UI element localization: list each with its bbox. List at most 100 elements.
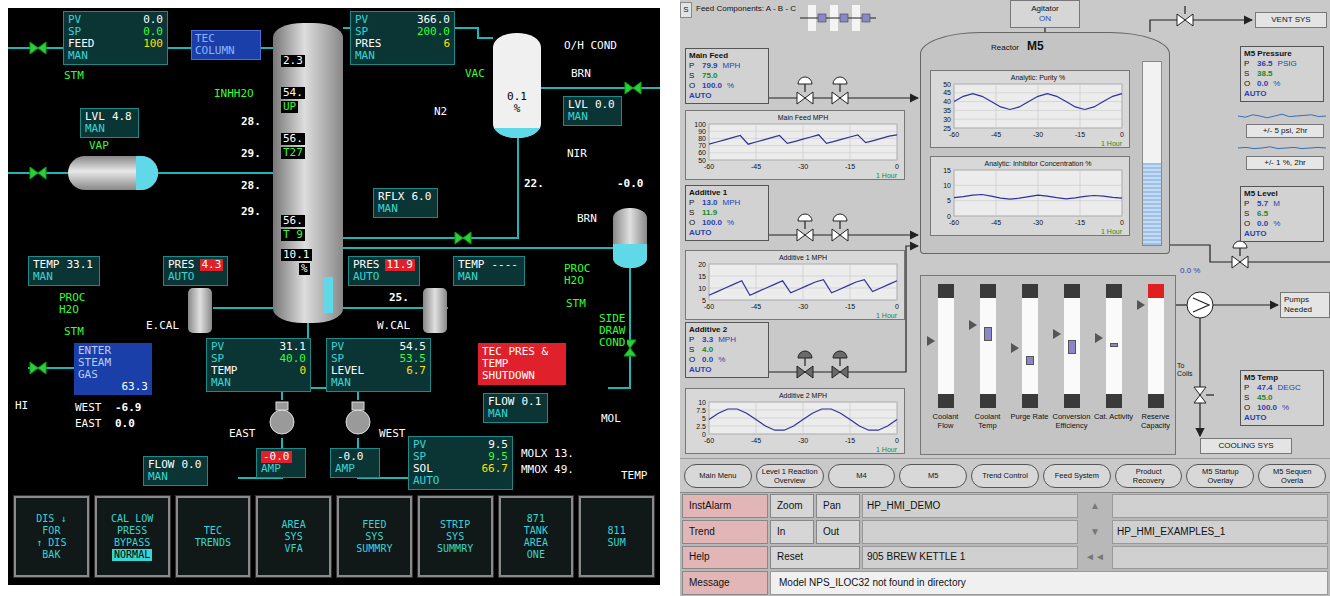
corner-button[interactable]: S xyxy=(680,2,692,18)
feed-valve-icon[interactable] xyxy=(30,42,46,54)
tag-readout[interactable]: RFLX6.0MAN xyxy=(373,188,438,218)
svg-text:-60: -60 xyxy=(949,219,959,226)
vent-system-link[interactable]: VENT SYS xyxy=(1255,12,1327,28)
command-field[interactable]: HP_HMI_DEMO xyxy=(862,494,1078,518)
reactor-faceplate[interactable]: M5 TempP47.4DEGCS45.0O100.0%AUTO xyxy=(1240,370,1324,426)
reflux-valve-icon[interactable] xyxy=(455,232,471,244)
feed-valve-icon[interactable] xyxy=(797,77,813,104)
nav-button[interactable]: Level 1 Reaction Overview xyxy=(756,464,824,488)
scroll-arrow-icon[interactable]: ◄◄ xyxy=(1080,546,1110,570)
svg-text:5: 5 xyxy=(702,415,706,422)
screen-button[interactable]: STRIPSYSSUMMRY xyxy=(418,496,493,577)
nav-button[interactable]: Product Recovery xyxy=(1115,464,1183,488)
feed-faceplate[interactable]: Additive 1P13.0MPHS11.9O100.0%AUTO xyxy=(685,185,769,241)
feed-valve-icon[interactable] xyxy=(832,351,848,378)
command-button[interactable]: Pan xyxy=(816,494,860,518)
nav-button[interactable]: Feed System xyxy=(1043,464,1111,488)
svg-text:1 Hour: 1 Hour xyxy=(1101,140,1123,147)
cooling-system-link[interactable]: COOLING SYS xyxy=(1200,438,1292,454)
coils-valve-icon[interactable] xyxy=(1194,387,1214,403)
agitator-status[interactable]: AgitatorON xyxy=(1010,0,1080,28)
command-button[interactable]: Zoom xyxy=(770,494,814,518)
command-field[interactable]: 905 BREW KETTLE 1 xyxy=(862,546,1078,570)
tag-readout[interactable]: FLOW0.0MAN xyxy=(143,456,208,486)
nav-button[interactable]: M5 Startup Overlay xyxy=(1186,464,1254,488)
tag-readout[interactable]: -0.0AMP xyxy=(256,448,306,478)
west-pump-icon[interactable] xyxy=(346,410,370,434)
vent-valve-icon[interactable] xyxy=(625,82,641,94)
controller-faceplate[interactable]: PV31.1SP40.0TEMP0MAN xyxy=(206,338,311,392)
trend-chart[interactable]: Additive 1 MPH2015105-60-45-30-1501 Hour xyxy=(685,250,905,320)
column-level-unit: % xyxy=(299,263,310,275)
nav-button[interactable]: M5 Sequen Overla xyxy=(1258,464,1326,488)
trend-chart[interactable]: Additive 2 MPH107.552.50-60-45-30-1501 H… xyxy=(685,388,905,454)
tag-readout[interactable]: -0.0AMP xyxy=(330,448,380,478)
process-label: -6.9 xyxy=(114,402,143,414)
screen-button[interactable]: AREASYSVFA xyxy=(256,496,331,577)
command-field[interactable] xyxy=(862,520,1078,544)
command-button[interactable]: InstAlarm xyxy=(682,494,768,518)
tag-readout[interactable]: TEMP----MAN xyxy=(453,256,525,286)
screen-button[interactable]: 811SUM xyxy=(579,496,654,577)
command-button[interactable]: Reset xyxy=(770,546,860,570)
process-label: STM xyxy=(565,298,587,310)
process-label: 28. xyxy=(240,180,262,192)
screen-button[interactable]: FEEDSYSSUMMRY xyxy=(337,496,412,577)
tag-readout[interactable]: FLOW0.1MAN xyxy=(483,393,548,423)
scroll-arrow-icon[interactable]: ▼ xyxy=(1080,520,1110,544)
svg-text:1 Hour: 1 Hour xyxy=(876,172,898,179)
command-button[interactable]: In xyxy=(770,520,814,544)
controller-faceplate[interactable]: PV0.0SP0.0FEED100MAN xyxy=(63,11,168,65)
tag-readout[interactable]: PRES11.9AUTO xyxy=(348,256,420,286)
trend-chart[interactable]: Main Feed MPH1009080706050-60-45-30-1501… xyxy=(685,110,905,180)
pump-icon[interactable] xyxy=(1187,292,1213,318)
screen-button[interactable]: TECTRENDS xyxy=(176,496,251,577)
command-button[interactable]: Trend xyxy=(682,520,768,544)
steam-box[interactable]: ENTERSTEAMGAS63.3 xyxy=(74,343,152,395)
steam-valve-icon[interactable] xyxy=(30,167,46,179)
shutdown-alarm[interactable]: TEC PRES & TEMP SHUTDOWN xyxy=(478,343,566,385)
nav-button[interactable]: Main Menu xyxy=(684,464,752,488)
command-field[interactable] xyxy=(1112,546,1328,570)
outlet-valve-icon[interactable] xyxy=(1232,241,1248,268)
command-button[interactable]: Help xyxy=(682,546,768,570)
tag-readout[interactable]: LVL0.0MAN xyxy=(563,96,622,126)
command-button[interactable]: Out xyxy=(816,520,860,544)
tag-readout[interactable]: TEMP33.1MAN xyxy=(28,256,100,286)
screen-button[interactable]: 871TANKAREAONE xyxy=(499,496,574,577)
vent-valve-icon[interactable] xyxy=(1177,6,1193,26)
feed-valve-icon[interactable] xyxy=(832,77,848,104)
navigation-bar: Main MenuLevel 1 Reaction OverviewM4M5Tr… xyxy=(680,458,1330,492)
svg-text:10: 10 xyxy=(698,285,706,292)
east-pump-icon[interactable] xyxy=(270,410,294,434)
process-label: COND xyxy=(598,337,627,349)
process-label: STM xyxy=(63,326,85,338)
feed-valve-icon[interactable] xyxy=(832,214,848,241)
controller-faceplate[interactable]: PV54.5SP53.5LEVEL6.7MAN xyxy=(326,338,431,392)
feed-valve-icon[interactable] xyxy=(797,351,813,378)
controller-faceplate[interactable]: PV366.0SP200.0PRES6MAN xyxy=(350,11,455,65)
gauge: Purge Rate xyxy=(1009,284,1050,450)
command-field[interactable] xyxy=(1112,494,1328,518)
steam-inlet-valve-icon[interactable] xyxy=(30,362,46,374)
tolerance-sparkline xyxy=(1238,114,1326,118)
trend-chart[interactable]: Analytic: Purity %504540353025-60-45-30-… xyxy=(930,70,1130,148)
tag-readout[interactable]: PRES4.3AUTO xyxy=(163,256,228,286)
command-field[interactable]: HP_HMI_EXAMPLES_1 xyxy=(1112,520,1328,544)
tag-readout[interactable]: LVL4.8MAN xyxy=(80,108,139,138)
feed-faceplate[interactable]: Additive 2P3.3MPHS4.0O0.0%AUTO xyxy=(685,322,769,378)
nav-button[interactable]: Trend Control xyxy=(971,464,1039,488)
tec-column-title: TEC COLUMN xyxy=(191,30,261,60)
reactor-faceplate[interactable]: M5 LevelP5.7MS6.5O0.0%AUTO xyxy=(1240,186,1324,242)
trend-chart[interactable]: Analytic: Inhibitor Concentration %15105… xyxy=(930,156,1130,236)
reactor-faceplate[interactable]: M5 PressureP36.5PSIGS38.5O0.0%AUTO xyxy=(1240,46,1324,102)
nav-button[interactable]: M5 xyxy=(899,464,967,488)
scroll-arrow-icon[interactable]: ▲ xyxy=(1080,494,1110,518)
message-label: Message xyxy=(682,571,768,595)
feed-valve-icon[interactable] xyxy=(797,214,813,241)
controller-faceplate[interactable]: PV9.5SP9.5SOL66.7AUTO xyxy=(408,436,513,490)
screen-button[interactable]: DIS ↓FOR↑ DISBAK xyxy=(14,496,89,577)
screen-button[interactable]: CAL LOWPRESSBYPASSNORMAL xyxy=(95,496,170,577)
nav-button[interactable]: M4 xyxy=(828,464,896,488)
feed-faceplate[interactable]: Main FeedP79.9MPHS75.0O100.0%AUTO xyxy=(685,48,769,104)
